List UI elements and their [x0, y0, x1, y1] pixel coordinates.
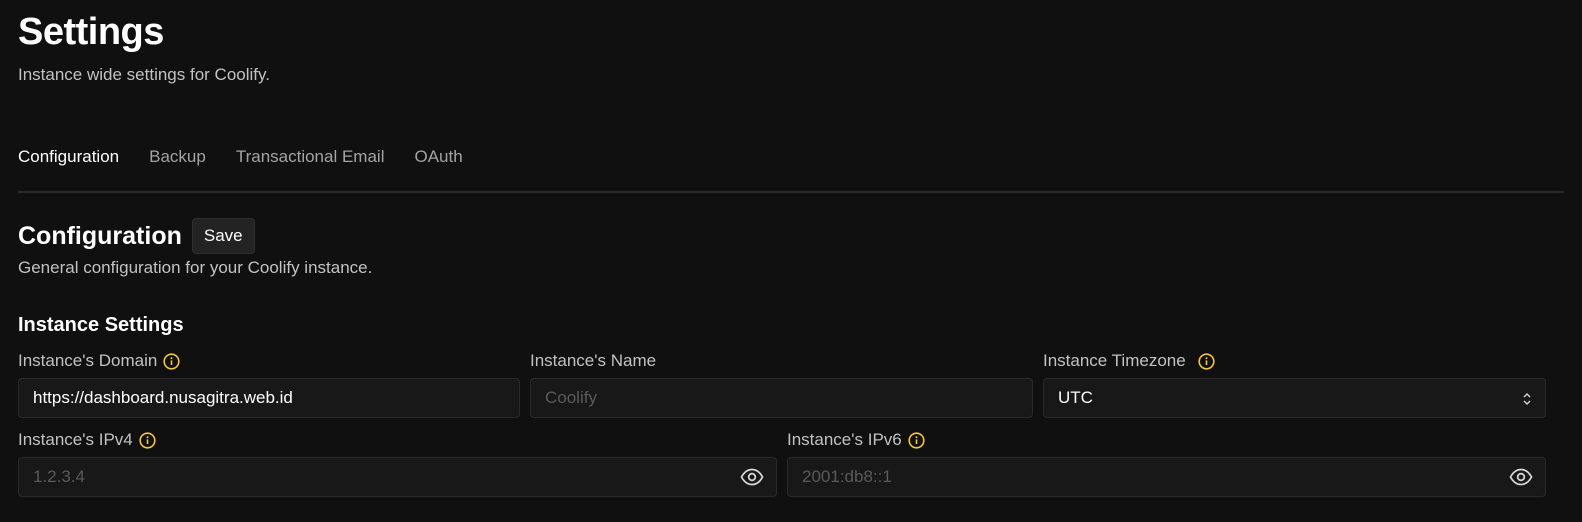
- chevron-updown-icon: [1521, 391, 1533, 407]
- page-title: Settings: [18, 11, 164, 53]
- info-icon[interactable]: [1198, 352, 1215, 370]
- settings-tabs: Configuration Backup Transactional Email…: [18, 146, 463, 168]
- domain-label: Instance's Domain: [18, 351, 158, 370]
- ipv6-field: Instance's IPv6: [787, 429, 1546, 497]
- name-input-box: [530, 378, 1033, 418]
- ipv4-label-row: Instance's IPv4: [18, 429, 777, 451]
- ipv4-input[interactable]: [33, 467, 762, 487]
- section-subtitle: General configuration for your Coolify i…: [18, 258, 373, 277]
- save-button[interactable]: Save: [191, 218, 255, 254]
- timezone-select[interactable]: UTC: [1043, 378, 1546, 418]
- timezone-field: Instance Timezone UTC: [1043, 350, 1546, 418]
- ipv4-input-box: [18, 457, 777, 497]
- ipv4-label: Instance's IPv4: [18, 430, 133, 449]
- instance-settings-title: Instance Settings: [18, 314, 184, 336]
- timezone-label-row: Instance Timezone: [1043, 350, 1546, 372]
- ipv6-label: Instance's IPv6: [787, 430, 902, 449]
- section-header: Configuration Save: [18, 218, 255, 254]
- domain-field: Instance's Domain: [18, 350, 520, 418]
- tab-backup[interactable]: Backup: [149, 146, 206, 168]
- domain-input[interactable]: [33, 388, 505, 408]
- ipv6-input-box: [787, 457, 1546, 497]
- eye-icon[interactable]: [1509, 467, 1533, 487]
- tab-configuration[interactable]: Configuration: [18, 146, 119, 168]
- eye-icon[interactable]: [740, 467, 764, 487]
- name-input[interactable]: [545, 388, 1018, 408]
- timezone-selected-value: UTC: [1058, 388, 1093, 407]
- settings-page: Settings Instance wide settings for Cool…: [0, 0, 1582, 522]
- ipv6-input[interactable]: [802, 467, 1531, 487]
- domain-input-box: [18, 378, 520, 418]
- name-label: Instance's Name: [530, 351, 657, 370]
- name-label-row: Instance's Name: [530, 350, 1033, 372]
- timezone-label: Instance Timezone: [1043, 351, 1186, 370]
- info-icon[interactable]: [908, 431, 925, 449]
- domain-label-row: Instance's Domain: [18, 350, 520, 372]
- tab-oauth[interactable]: OAuth: [414, 146, 462, 168]
- ipv4-field: Instance's IPv4: [18, 429, 777, 497]
- info-icon[interactable]: [139, 431, 156, 449]
- page-subtitle: Instance wide settings for Coolify.: [18, 65, 270, 84]
- tab-transactional-email[interactable]: Transactional Email: [236, 146, 385, 168]
- tabs-divider: [18, 191, 1564, 193]
- section-title: Configuration: [18, 222, 182, 250]
- ipv6-label-row: Instance's IPv6: [787, 429, 1546, 451]
- info-icon[interactable]: [163, 352, 180, 370]
- name-field: Instance's Name: [530, 350, 1033, 418]
